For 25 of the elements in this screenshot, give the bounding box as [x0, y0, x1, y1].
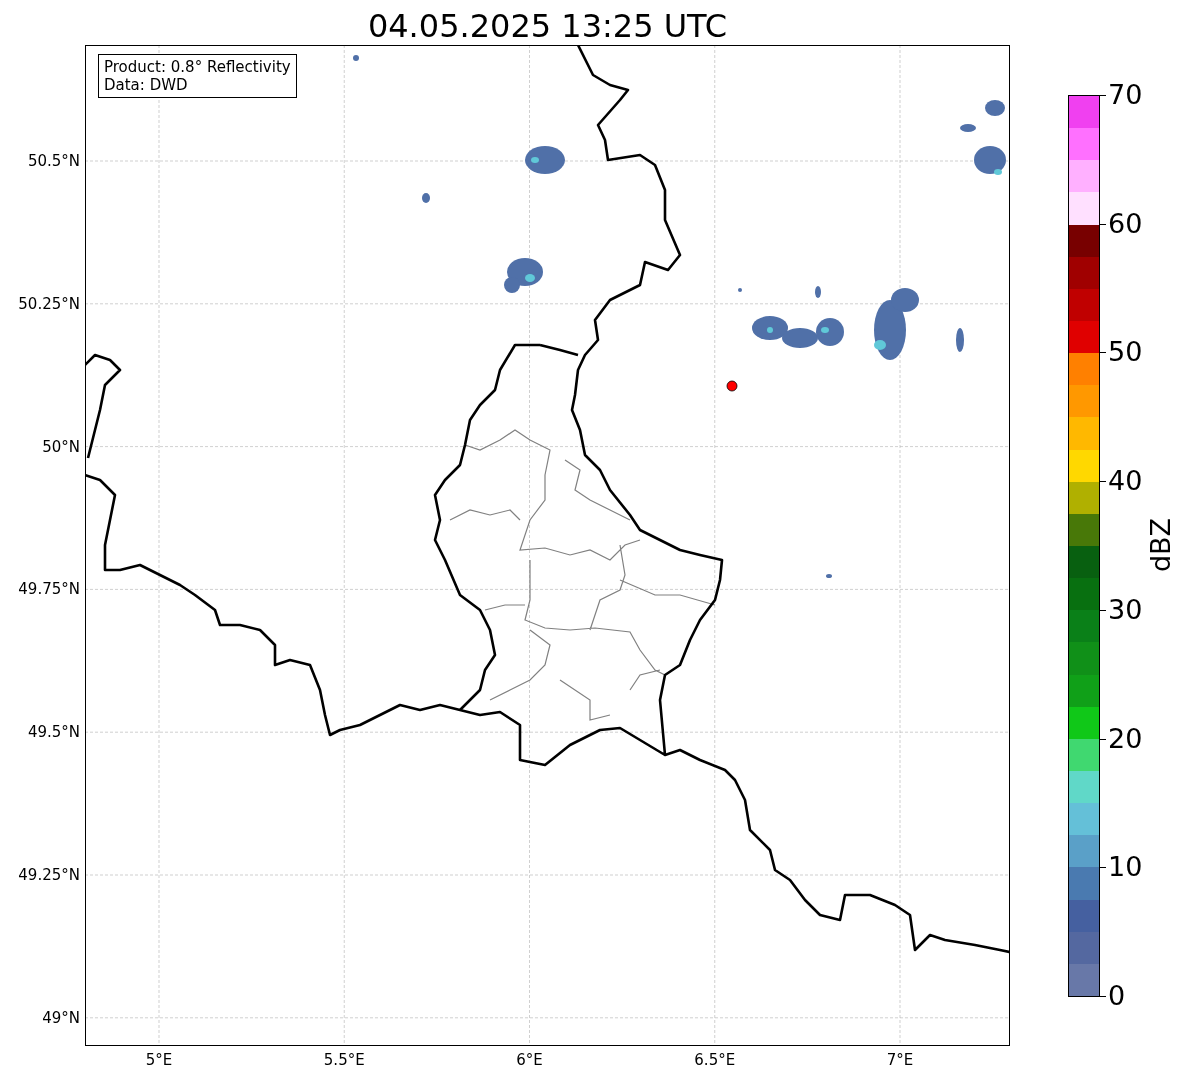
longitude-label: 5°E — [145, 1051, 173, 1069]
colorbar-tick-label: 30 — [1108, 594, 1143, 625]
colorbar-tick-label: 10 — [1108, 852, 1143, 883]
colorbar-tick-label: 0 — [1108, 981, 1126, 1011]
colorbar-tick-label: 70 — [1108, 80, 1143, 110]
info-text: Product: 0.8° Reflectivity — [104, 58, 291, 76]
latitude-label: 49.25°N — [18, 866, 80, 884]
latitude-label: 49°N — [42, 1008, 80, 1027]
longitude-label: 7°E — [886, 1051, 914, 1069]
colorbar-tick-label: 40 — [1108, 466, 1143, 497]
colorbar-tick-label: 60 — [1108, 208, 1143, 239]
latitude-label: 50.25°N — [18, 294, 80, 313]
location-marker-icon — [726, 380, 738, 392]
longitude-label: 5.5°E — [323, 1051, 365, 1069]
longitude-label: 6°E — [516, 1051, 543, 1069]
latitude-label: 49.5°N — [27, 723, 80, 742]
latitude-label: 50°N — [42, 437, 80, 456]
colorbar-tick-label: 20 — [1108, 723, 1143, 754]
colorbar-tick-label: 50 — [1108, 337, 1143, 368]
chart-title: 04.05.2025 13:25 UTC — [366, 6, 729, 45]
longitude-label: 6.5°E — [694, 1051, 736, 1069]
latitude-label: 49.75°N — [18, 580, 80, 599]
latitude-label: 50.5°N — [27, 152, 80, 170]
colorbar-label: dBZ — [1144, 517, 1176, 573]
info-text: Data: DWD — [104, 76, 189, 94]
